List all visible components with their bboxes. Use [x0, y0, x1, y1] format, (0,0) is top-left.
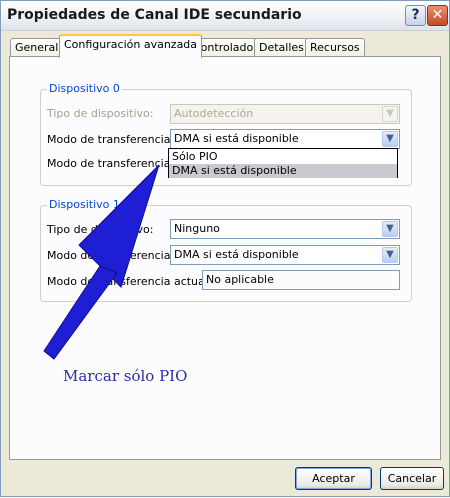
help-icon: ?: [411, 7, 420, 23]
chevron-down-icon[interactable]: ▼: [382, 247, 398, 263]
properties-window: Propiedades de Canal IDE secundario ? ✕ …: [0, 0, 450, 497]
cancel-button[interactable]: Cancelar: [380, 467, 444, 490]
device1-current-field: No aplicable: [202, 270, 400, 290]
device0-type-label: Tipo de dispositivo:: [47, 107, 154, 120]
chevron-down-icon: ▼: [382, 106, 398, 122]
chevron-down-icon[interactable]: ▼: [382, 131, 398, 147]
device1-transfer-label: Modo de transferencia:: [47, 249, 175, 262]
option-dma-if-available[interactable]: DMA si está disponible: [169, 164, 397, 178]
device1-current-label: Modo de transferencia actual:: [47, 275, 212, 288]
tab-resources[interactable]: Recursos: [305, 38, 365, 57]
option-pio-only[interactable]: Sólo PIO: [169, 150, 397, 164]
tab-advanced-settings[interactable]: Configuración avanzada: [59, 34, 203, 58]
accept-button[interactable]: Aceptar: [295, 467, 372, 490]
tab-panel: Dispositivo 0 Tipo de dispositivo: Autod…: [9, 56, 441, 460]
window-title: Propiedades de Canal IDE secundario: [7, 7, 302, 23]
device0-type-select: Autodetección ▼: [170, 104, 400, 124]
device1-legend: Dispositivo 1: [47, 198, 122, 211]
device1-type-value: Ninguno: [174, 222, 220, 235]
device0-transfer-value: DMA si está disponible: [174, 132, 299, 145]
device1-type-label: Tipo de dispositivo:: [47, 223, 154, 236]
device0-transfer-select[interactable]: DMA si está disponible ▼: [170, 129, 400, 149]
device1-type-select[interactable]: Ninguno ▼: [170, 219, 400, 239]
close-button[interactable]: ✕: [427, 5, 448, 26]
title-bar[interactable]: Propiedades de Canal IDE secundario ? ✕: [1, 1, 449, 31]
tab-details[interactable]: Detalles: [254, 38, 309, 57]
tab-general[interactable]: General: [10, 38, 64, 57]
device1-transfer-value: DMA si está disponible: [174, 248, 299, 261]
device0-type-value: Autodetección: [174, 107, 254, 120]
device1-current-value: No aplicable: [206, 273, 274, 286]
annotation-label: Marcar sólo PIO: [63, 367, 188, 385]
device0-legend: Dispositivo 0: [47, 82, 122, 95]
transfer-mode-dropdown-list: Sólo PIO DMA si está disponible: [168, 148, 398, 178]
device1-transfer-select[interactable]: DMA si está disponible ▼: [170, 245, 400, 265]
device0-transfer-label: Modo de transferencia:: [47, 133, 175, 146]
help-button[interactable]: ?: [405, 5, 426, 26]
close-icon: ✕: [431, 7, 444, 23]
chevron-down-icon[interactable]: ▼: [382, 221, 398, 237]
